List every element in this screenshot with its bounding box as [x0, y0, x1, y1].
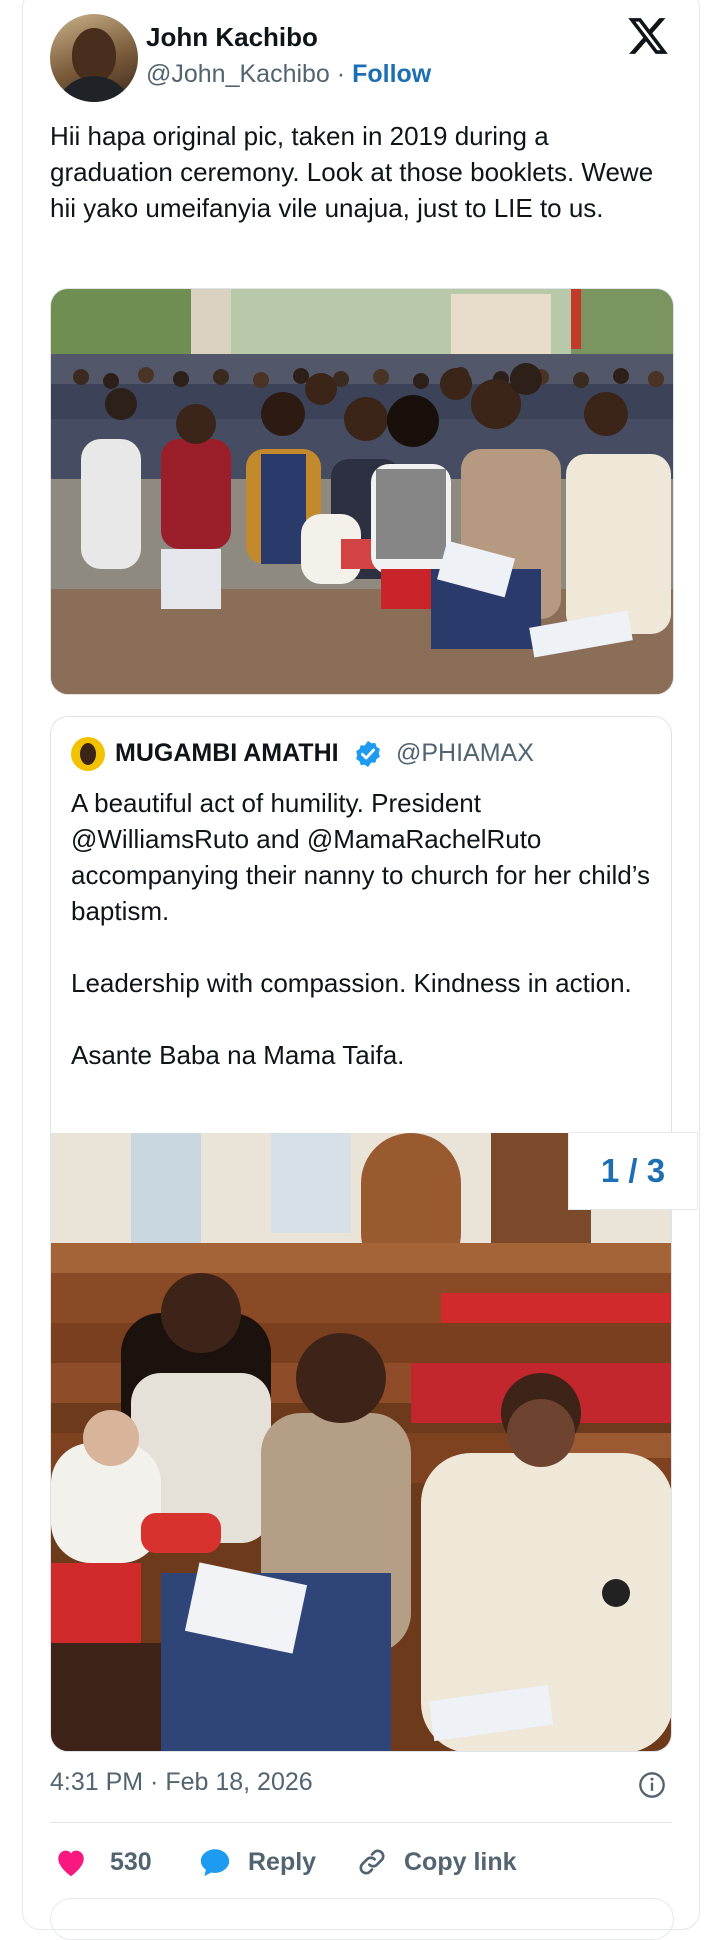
link-icon — [359, 1849, 385, 1875]
follow-button[interactable]: Follow — [352, 60, 431, 88]
separator-dot: · — [336, 60, 346, 88]
quoted-paragraph: A beautiful act of humility. President @… — [71, 788, 651, 926]
quoted-tweet-text: A beautiful act of humility. President @… — [71, 785, 651, 1109]
tweet-actions: 530 Reply Copy link — [50, 1838, 672, 1888]
verified-badge-icon — [356, 740, 380, 768]
like-count: 530 — [110, 1847, 152, 1876]
like-button[interactable]: 530 — [54, 1838, 152, 1886]
author-name[interactable]: John Kachibo — [146, 22, 318, 53]
x-logo-icon[interactable] — [626, 14, 670, 58]
info-icon[interactable] — [638, 1771, 666, 1799]
quoted-author-avatar[interactable] — [71, 737, 105, 771]
quoted-author-handle[interactable]: @PHIAMAX — [396, 739, 534, 768]
tweet-text: Hii hapa original pic, taken in 2019 dur… — [50, 121, 654, 223]
reply-bubble-icon — [200, 1849, 230, 1877]
copy-link-button[interactable]: Copy link — [356, 1838, 517, 1886]
copy-link-label: Copy link — [404, 1847, 517, 1876]
tweet-photo-graduation[interactable] — [50, 288, 674, 695]
reply-label: Reply — [248, 1847, 317, 1876]
quoted-photo-church[interactable] — [51, 1133, 671, 1751]
divider — [50, 1822, 672, 1823]
tweet-header: John Kachibo @John_Kachibo · Follow — [50, 14, 670, 104]
read-replies-button[interactable] — [50, 1898, 674, 1940]
quoted-paragraph: Leadership with compassion. Kindness in … — [71, 968, 632, 998]
reply-button[interactable]: Reply — [198, 1838, 316, 1886]
quoted-author-name[interactable]: MUGAMBI AMATHI — [115, 739, 339, 768]
tweet-timestamp[interactable]: 4:31 PM · Feb 18, 2026 — [50, 1768, 313, 1797]
author-handle[interactable]: @John_Kachibo — [146, 60, 330, 88]
heart-icon — [58, 1850, 84, 1877]
quoted-paragraph: Asante Baba na Mama Taifa. — [71, 1040, 405, 1070]
author-avatar[interactable] — [50, 14, 138, 102]
quoted-tweet[interactable]: MUGAMBI AMATHI @PHIAMAX A beautiful act … — [50, 716, 672, 1752]
media-pager-indicator: 1 / 3 — [568, 1132, 698, 1210]
author-handle-row: @John_Kachibo · Follow — [146, 60, 431, 89]
